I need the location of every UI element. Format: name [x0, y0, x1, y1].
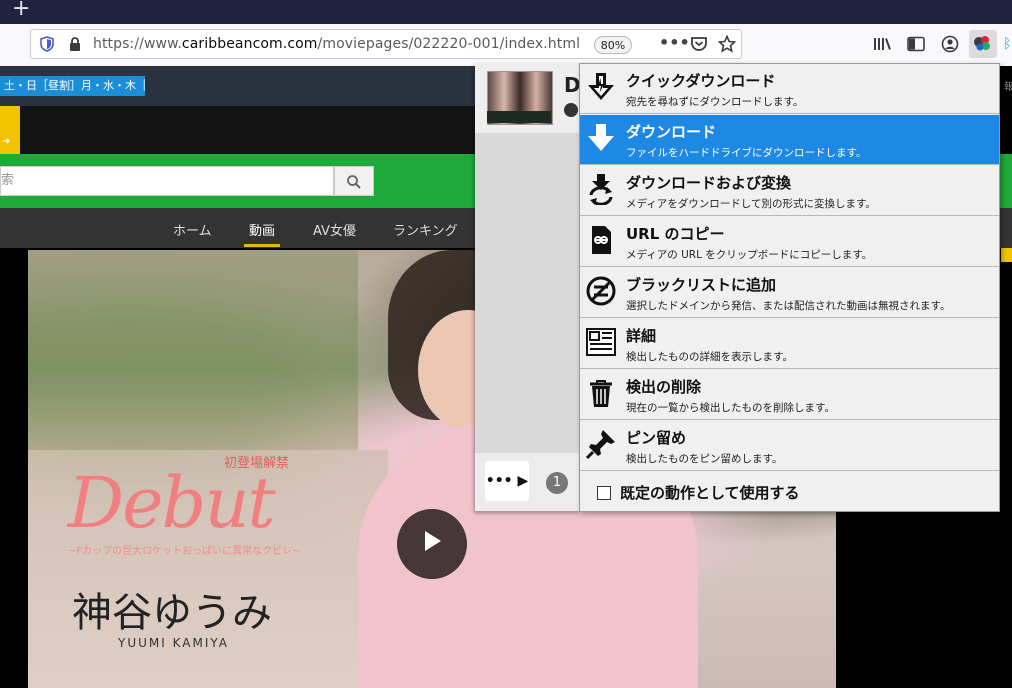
- download-badge-icon: [564, 103, 578, 117]
- menu-item-quick-download[interactable]: クイックダウンロード 宛先を尋ねずにダウンロードします。: [580, 64, 999, 114]
- page-actions-button[interactable]: •••: [659, 33, 690, 52]
- menu-item-pin[interactable]: ピン留め 検出したものをピン留めします。: [580, 421, 999, 471]
- menu-item-desc: 宛先を尋ねずにダウンロードします。: [626, 96, 804, 108]
- menu-item-title: ダウンロード: [626, 123, 717, 141]
- site-search-button[interactable]: [334, 166, 374, 196]
- menu-item-desc: 選択したドメインから発信、または配信された動画は無視されます。: [626, 300, 951, 312]
- detected-media-item[interactable]: D: [475, 63, 581, 133]
- edge-bluetooth-icon: ᛒ: [1003, 36, 1012, 52]
- new-tab-button[interactable]: +: [12, 0, 30, 21]
- quick-download-icon: [588, 73, 614, 100]
- menu-item-desc: 現在の一覧から検出したものを削除します。: [626, 402, 835, 414]
- menu-item-title: URL のコピー: [626, 225, 725, 243]
- menu-item-desc: 検出したものをピン留めします。: [626, 453, 783, 465]
- actress-name: 神谷ゆうみ: [72, 590, 272, 636]
- play-button[interactable]: [397, 509, 467, 579]
- url-bar[interactable]: https://www.caribbeancom.com/moviepages/…: [30, 29, 742, 59]
- menu-item-remove-detection[interactable]: 検出の削除 現在の一覧から検出したものを削除します。: [580, 370, 999, 420]
- site-topbar: 土・日［昼割］月・水・木［夜割］: [0, 66, 475, 106]
- video-downloadhelper-icon[interactable]: [969, 30, 997, 58]
- hero-background-trees: [28, 250, 358, 450]
- details-icon: [586, 328, 616, 356]
- menu-item-download[interactable]: ダウンロード ファイルをハードドライブにダウンロードします。: [580, 115, 999, 165]
- menu-item-desc: メディアをダウンロードして別の形式に変換します。: [626, 198, 876, 210]
- trash-icon: [590, 380, 612, 407]
- nav-videos[interactable]: 動画: [249, 220, 275, 239]
- menu-item-title: ピン留め: [626, 429, 687, 447]
- pin-icon: [585, 430, 615, 460]
- panel-footer: ••• ▶ 1: [475, 453, 580, 511]
- tracking-protection-icon[interactable]: [40, 36, 54, 56]
- schedule-banner[interactable]: 土・日［昼割］月・水・木［夜割］: [0, 76, 145, 96]
- site-header: [0, 106, 475, 154]
- menu-item-title: 詳細: [626, 327, 657, 345]
- menu-item-blacklist[interactable]: ブラックリストに追加 選択したドメインから発信、または配信された動画は無視されま…: [580, 268, 999, 318]
- url-host: caribbeancom.com: [181, 36, 318, 52]
- search-icon: [347, 175, 361, 189]
- more-label: •••: [485, 473, 513, 489]
- menu-item-desc: ファイルをハードドライブにダウンロードします。: [626, 147, 867, 159]
- zoom-indicator[interactable]: 80%: [594, 36, 632, 54]
- menu-item-title: ブラックリストに追加: [626, 276, 777, 294]
- menu-item-download-convert[interactable]: ダウンロードおよび変換 メディアをダウンロードして別の形式に変換します。: [580, 166, 999, 216]
- default-action-checkbox[interactable]: [597, 486, 611, 500]
- menu-item-desc: メディアの URL をクリップボードにコピーします。: [626, 249, 873, 261]
- detected-count-badge: 1: [546, 472, 568, 494]
- action-menu: クイックダウンロード 宛先を尋ねずにダウンロードします。 ダウンロード ファイル…: [579, 63, 1000, 512]
- downloadhelper-panel: D ••• ▶ 1: [475, 63, 581, 511]
- site-search-input[interactable]: 索: [0, 166, 334, 196]
- blacklist-icon: [586, 276, 616, 306]
- more-actions-button[interactable]: ••• ▶: [485, 461, 529, 501]
- url-text[interactable]: https://www.caribbeancom.com/moviepages/…: [93, 36, 580, 52]
- bookmark-star-icon[interactable]: [717, 34, 737, 57]
- menu-item-details[interactable]: 詳細 検出したものの詳細を表示します。: [580, 319, 999, 369]
- download-icon: [588, 124, 614, 151]
- header-yellow-tab[interactable]: ➜: [0, 106, 20, 154]
- nav-ranking[interactable]: ランキング: [393, 220, 458, 239]
- nav-home[interactable]: ホーム: [173, 220, 212, 239]
- account-icon[interactable]: [941, 35, 959, 57]
- default-action-label: 既定の動作として使用する: [620, 484, 800, 502]
- tab-strip: +: [0, 0, 1012, 24]
- menu-item-title: クイックダウンロード: [626, 72, 776, 90]
- hero-title: Debut: [68, 462, 276, 544]
- play-icon: [425, 531, 441, 551]
- sidebar-icon[interactable]: [907, 36, 925, 56]
- media-thumbnail-caption: [487, 111, 551, 123]
- menu-item-copy-url[interactable]: URL のコピー メディアの URL をクリップボードにコピーします。: [580, 217, 999, 267]
- copy-url-icon: [592, 226, 611, 254]
- download-convert-icon: [589, 174, 613, 205]
- menu-item-title: 検出の削除: [626, 378, 702, 396]
- use-as-default-checkbox-row[interactable]: 既定の動作として使用する: [580, 476, 999, 512]
- library-icon[interactable]: [873, 36, 891, 56]
- lock-icon[interactable]: [68, 36, 82, 56]
- pocket-icon[interactable]: [690, 36, 708, 56]
- browser-toolbar: https://www.caribbeancom.com/moviepages/…: [0, 24, 1012, 67]
- hero-subtitle: ~Fカップの巨大ロケットおっぱいに異常なクビレ~: [68, 546, 301, 557]
- arrow-icon: ➜: [2, 136, 11, 147]
- menu-item-desc: 検出したものの詳細を表示します。: [626, 351, 793, 363]
- edge-text: 報: [1004, 82, 1012, 93]
- url-path: /moviepages/022220-001/index.html: [317, 36, 581, 52]
- nav-active-indicator: [244, 244, 280, 247]
- nav-actresses[interactable]: AV女優: [313, 220, 356, 239]
- menu-item-title: ダウンロードおよび変換: [626, 174, 792, 192]
- actress-name-en: YUUMI KAMIYA: [118, 636, 229, 650]
- url-scheme: https://www.: [93, 36, 182, 52]
